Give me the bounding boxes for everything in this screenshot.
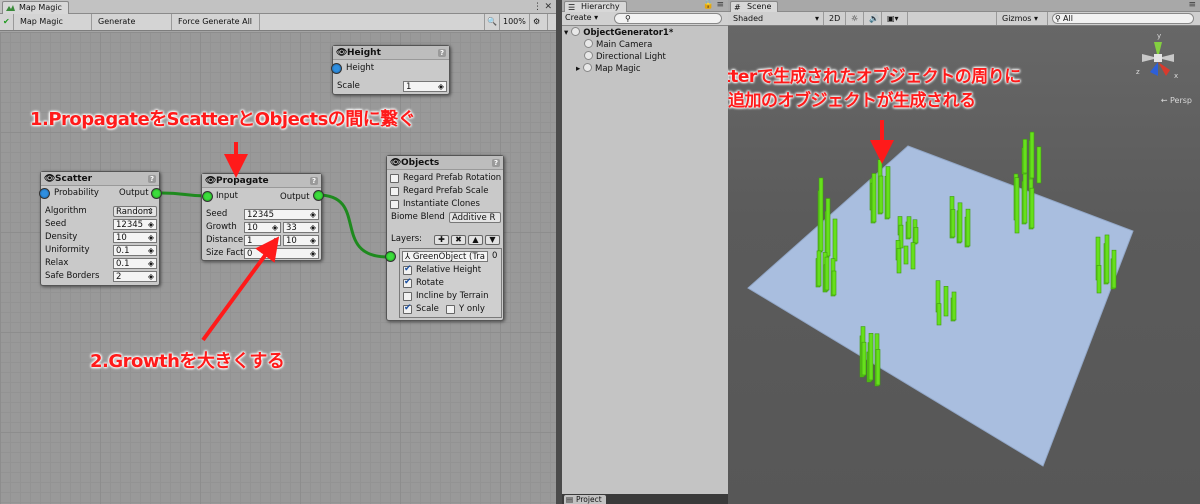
tree-item-objectgenerator[interactable]: ▾ ObjectGenerator1* — [562, 27, 728, 39]
map-magic-tab-icon — [6, 5, 15, 11]
auto-generate-toggle[interactable]: ✔ — [0, 14, 14, 30]
shading-mode-label: Shaded — [733, 14, 764, 23]
tree-item-directional-light[interactable]: Directional Light — [562, 51, 728, 63]
force-generate-all-button[interactable]: Force Generate All — [172, 14, 260, 30]
scene-annotation-arrow — [870, 120, 894, 164]
tab-scene-label: Scene — [747, 2, 772, 11]
map-magic-toolbar: ✔ Map Magic Generate Changed Force Gener… — [0, 14, 556, 42]
audio-toggle-icon[interactable]: 🔊 — [864, 12, 882, 25]
tree-item-main-camera[interactable]: Main Camera — [562, 39, 728, 51]
bottom-tab-strip: ▤ Project — [562, 494, 728, 504]
panel-menu-icon[interactable]: ≡ — [1188, 0, 1196, 11]
hierarchy-search-input[interactable]: ⚲ — [614, 13, 722, 24]
window-menu-icon[interactable]: ⋮ — [533, 1, 542, 13]
tab-scene[interactable]: # Scene — [730, 1, 779, 12]
tab-hierarchy-label: Hierarchy — [581, 2, 620, 11]
arrow-to-growth — [201, 236, 280, 342]
create-label: Create — [565, 13, 592, 22]
scene-panel: # Scene ≡ Shaded ▾ 2D ☼ 🔊 ▣▾ Gizmos ▾ ⚲ Al… — [728, 0, 1200, 504]
map-magic-button[interactable]: Map Magic — [14, 14, 92, 30]
tab-project-label: Project — [576, 495, 602, 504]
zoom-out-icon[interactable]: 🔍 — [484, 14, 500, 30]
search-icon: ⚲ — [1055, 14, 1061, 23]
tree-item-label: Directional Light — [596, 52, 666, 62]
zoom-level: 100% — [500, 14, 530, 30]
tab-hierarchy[interactable]: ☰ Hierarchy — [564, 1, 627, 12]
expand-arrow-icon[interactable]: ▸ — [576, 64, 580, 74]
tab-project[interactable]: ▤ Project — [564, 495, 606, 504]
scene-viewport[interactable]: z x y ⇜ Persp 3.Scatterで生成されたオブジェクトの周りに … — [728, 26, 1200, 504]
scene-search-input[interactable]: ⚲ All — [1052, 13, 1194, 24]
tree-item-label: ObjectGenerator1* — [583, 28, 674, 38]
map-magic-tabbar: Map Magic ⋮ ✕ — [0, 0, 556, 14]
tree-item-label: Map Magic — [594, 64, 641, 74]
annotation-step-2: 2.Growthを大きくする — [90, 351, 285, 372]
generate-changed-button[interactable]: Generate Changed — [92, 14, 172, 42]
lock-icon[interactable]: 🔒 — [703, 0, 714, 11]
tree-item-label: Main Camera — [596, 40, 653, 50]
hierarchy-toolbar: Create ▾ ⚲ — [562, 12, 728, 26]
search-icon: ⚲ — [625, 14, 631, 23]
create-dropdown[interactable]: Create ▾ — [565, 13, 598, 22]
folder-icon: ▤ — [566, 495, 574, 504]
shading-mode-dropdown[interactable]: Shaded ▾ — [728, 12, 824, 25]
panel-menu-icon[interactable]: ≡ — [716, 0, 724, 11]
effects-dropdown-icon[interactable]: ▣▾ — [882, 12, 908, 25]
window-close-icon[interactable]: ✕ — [544, 1, 552, 13]
annotation-arrows — [201, 142, 280, 342]
lighting-toggle-icon[interactable]: ☼ — [846, 12, 864, 25]
tab-map-magic-label: Map Magic — [19, 3, 62, 12]
hierarchy-panel: ☰ Hierarchy 🔒 ≡ Create ▾ ⚲ ▾ ObjectGener… — [562, 0, 728, 504]
node-graph-canvas[interactable]: 👁 Height ? Height Scale 1 ◈ 👁 Scatter ? P… — [0, 32, 556, 504]
gameobject-icon — [584, 51, 593, 60]
hierarchy-tabbar: ☰ Hierarchy 🔒 ≡ — [562, 0, 728, 12]
annotation-step-1: 1.PropagateをScatterとObjectsの間に繋ぐ — [30, 109, 416, 130]
search-placeholder: All — [1063, 14, 1073, 23]
scene-tab-icon: # — [734, 3, 741, 12]
scene-object-icon — [571, 27, 581, 36]
map-magic-window: Map Magic ⋮ ✕ ✔ Map Magic Generate Chang… — [0, 0, 556, 504]
gizmos-dropdown[interactable]: Gizmos ▾ — [996, 12, 1048, 25]
scene-toolbar: Shaded ▾ 2D ☼ 🔊 ▣▾ Gizmos ▾ ⚲ All — [728, 12, 1200, 26]
check-icon: ✔ — [3, 17, 10, 26]
gameobject-icon — [582, 63, 592, 72]
toggle-2d-button[interactable]: 2D — [824, 12, 846, 25]
tree-item-map-magic[interactable]: ▸ Map Magic — [562, 63, 728, 75]
settings-gear-icon[interactable]: ⚙ — [530, 14, 548, 30]
hierarchy-tab-icon: ☰ — [568, 3, 576, 12]
dropdown-arrow-icon: ▾ — [814, 14, 819, 23]
gameobject-icon — [584, 39, 593, 48]
gizmos-label: Gizmos — [1002, 14, 1032, 23]
scene-tabbar: # Scene ≡ — [728, 0, 1200, 12]
tab-map-magic[interactable]: Map Magic — [2, 1, 69, 14]
